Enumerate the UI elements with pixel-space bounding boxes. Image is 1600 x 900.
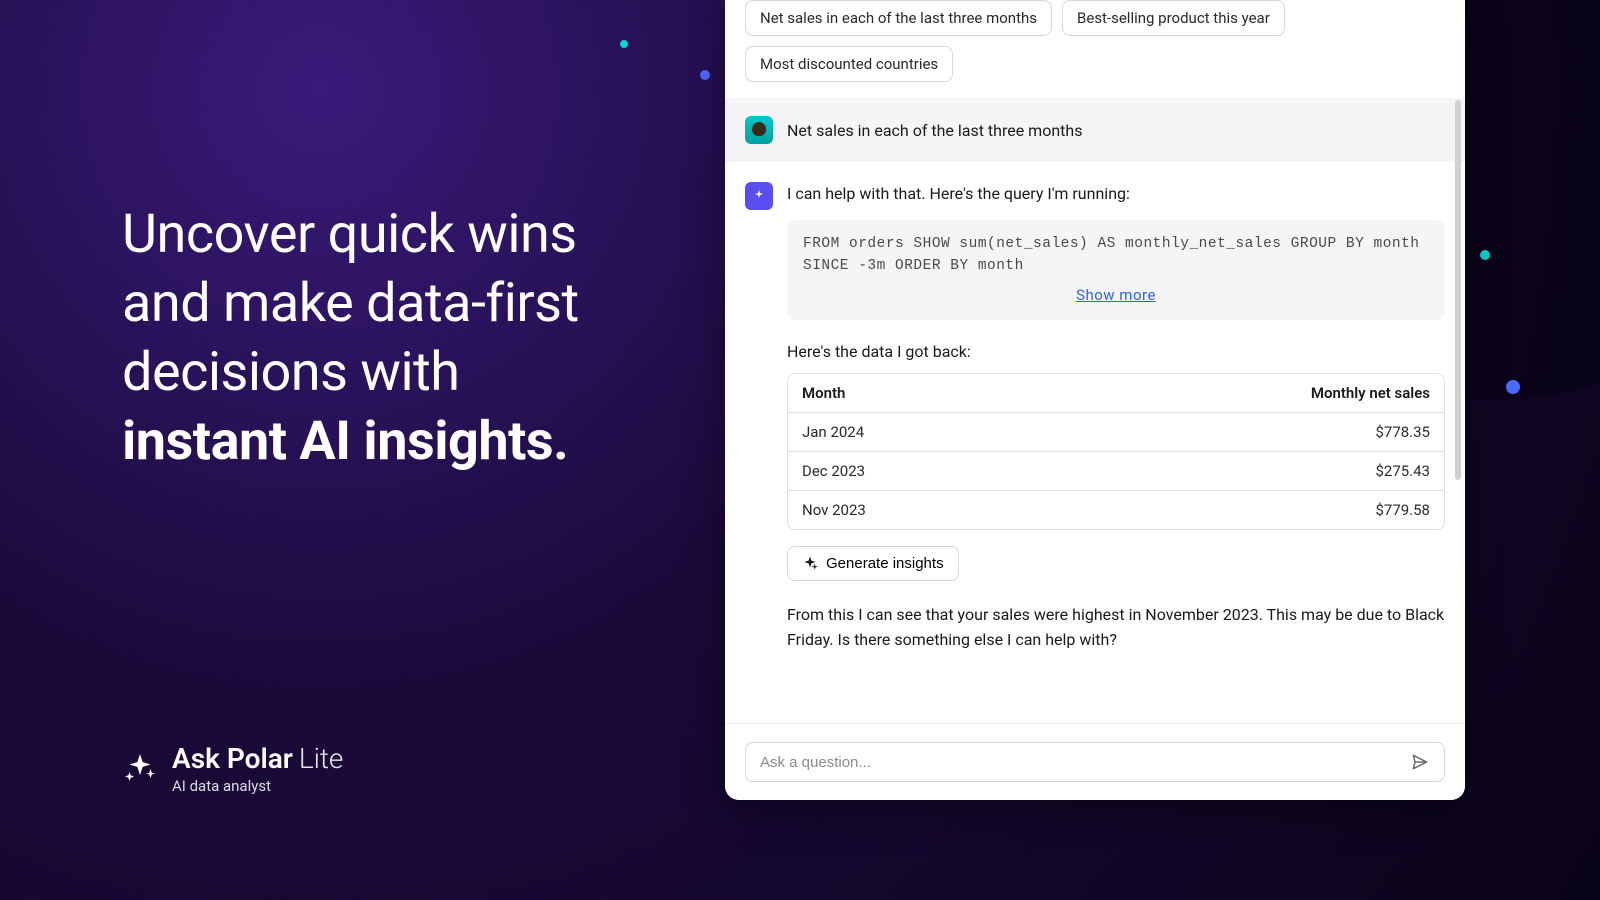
- user-avatar: [745, 116, 773, 144]
- hero-heading: Uncover quick wins and make data-first d…: [122, 200, 642, 476]
- query-code-block: FROM orders SHOW sum(net_sales) AS month…: [787, 220, 1445, 320]
- cell-sales: $275.43: [1040, 452, 1444, 491]
- hero-bold: instant AI insights.: [122, 410, 568, 473]
- sparkle-icon: [122, 751, 158, 787]
- table-header-row: Month Monthly net sales: [788, 374, 1444, 413]
- ai-content: I can help with that. Here's the query I…: [787, 182, 1445, 653]
- scrollbar-thumb[interactable]: [1455, 100, 1461, 480]
- brand-tier: Lite: [299, 742, 344, 775]
- brand-tagline: AI data analyst: [172, 777, 343, 795]
- user-message-row: Net sales in each of the last three mont…: [725, 98, 1465, 162]
- sparkle-icon: [802, 556, 818, 572]
- bg-dot: [1480, 250, 1490, 260]
- brand-text: Ask Polar Lite AI data analyst: [172, 742, 343, 795]
- user-message-text: Net sales in each of the last three mont…: [787, 121, 1082, 140]
- generate-insights-button[interactable]: Generate insights: [787, 546, 959, 581]
- brand-name: Ask Polar: [172, 742, 293, 775]
- chip-best-selling[interactable]: Best-selling product this year: [1062, 0, 1285, 36]
- panel-body: Net sales in each of the last three mont…: [725, 0, 1465, 723]
- cell-month: Nov 2023: [788, 491, 1040, 529]
- ai-intro-text: I can help with that. Here's the query I…: [787, 182, 1445, 206]
- cell-sales: $779.58: [1040, 491, 1444, 529]
- bg-dot: [620, 40, 628, 48]
- send-icon: [1410, 752, 1430, 772]
- ai-message-block: I can help with that. Here's the query I…: [725, 162, 1465, 673]
- suggestion-chips: Net sales in each of the last three mont…: [725, 0, 1465, 98]
- scroll-area[interactable]: Net sales in each of the last three mont…: [725, 0, 1465, 723]
- query-text: FROM orders SHOW sum(net_sales) AS month…: [803, 236, 1420, 274]
- bg-dot: [1506, 380, 1520, 394]
- hero-line: and make data-first: [122, 272, 579, 335]
- question-input[interactable]: [760, 754, 1406, 771]
- ai-summary-text: From this I can see that your sales were…: [787, 603, 1445, 653]
- table-row: Jan 2024 $778.35: [788, 413, 1444, 452]
- send-button[interactable]: [1406, 748, 1434, 776]
- results-table: Month Monthly net sales Jan 2024 $778.35…: [787, 373, 1445, 530]
- data-intro-text: Here's the data I got back:: [787, 342, 1445, 361]
- cell-month: Dec 2023: [788, 452, 1040, 491]
- hero-line: decisions with: [122, 341, 460, 404]
- cell-sales: $778.35: [1040, 413, 1444, 452]
- brand-block: Ask Polar Lite AI data analyst: [122, 742, 343, 795]
- chip-net-sales[interactable]: Net sales in each of the last three mont…: [745, 0, 1052, 36]
- ai-sparkle-icon: [745, 182, 773, 210]
- show-more-link[interactable]: Show more: [1076, 286, 1156, 304]
- chat-panel: Net sales in each of the last three mont…: [725, 0, 1465, 800]
- cell-month: Jan 2024: [788, 413, 1040, 452]
- col-month: Month: [788, 374, 1040, 413]
- col-sales: Monthly net sales: [1040, 374, 1444, 413]
- input-wrap[interactable]: [745, 742, 1445, 782]
- input-bar: [725, 723, 1465, 800]
- hero-line: Uncover quick wins: [122, 203, 577, 266]
- generate-label: Generate insights: [826, 555, 944, 572]
- hero: Uncover quick wins and make data-first d…: [122, 200, 642, 476]
- table-row: Dec 2023 $275.43: [788, 452, 1444, 491]
- chip-discounted[interactable]: Most discounted countries: [745, 46, 953, 82]
- table-row: Nov 2023 $779.58: [788, 491, 1444, 529]
- bg-dot: [700, 70, 710, 80]
